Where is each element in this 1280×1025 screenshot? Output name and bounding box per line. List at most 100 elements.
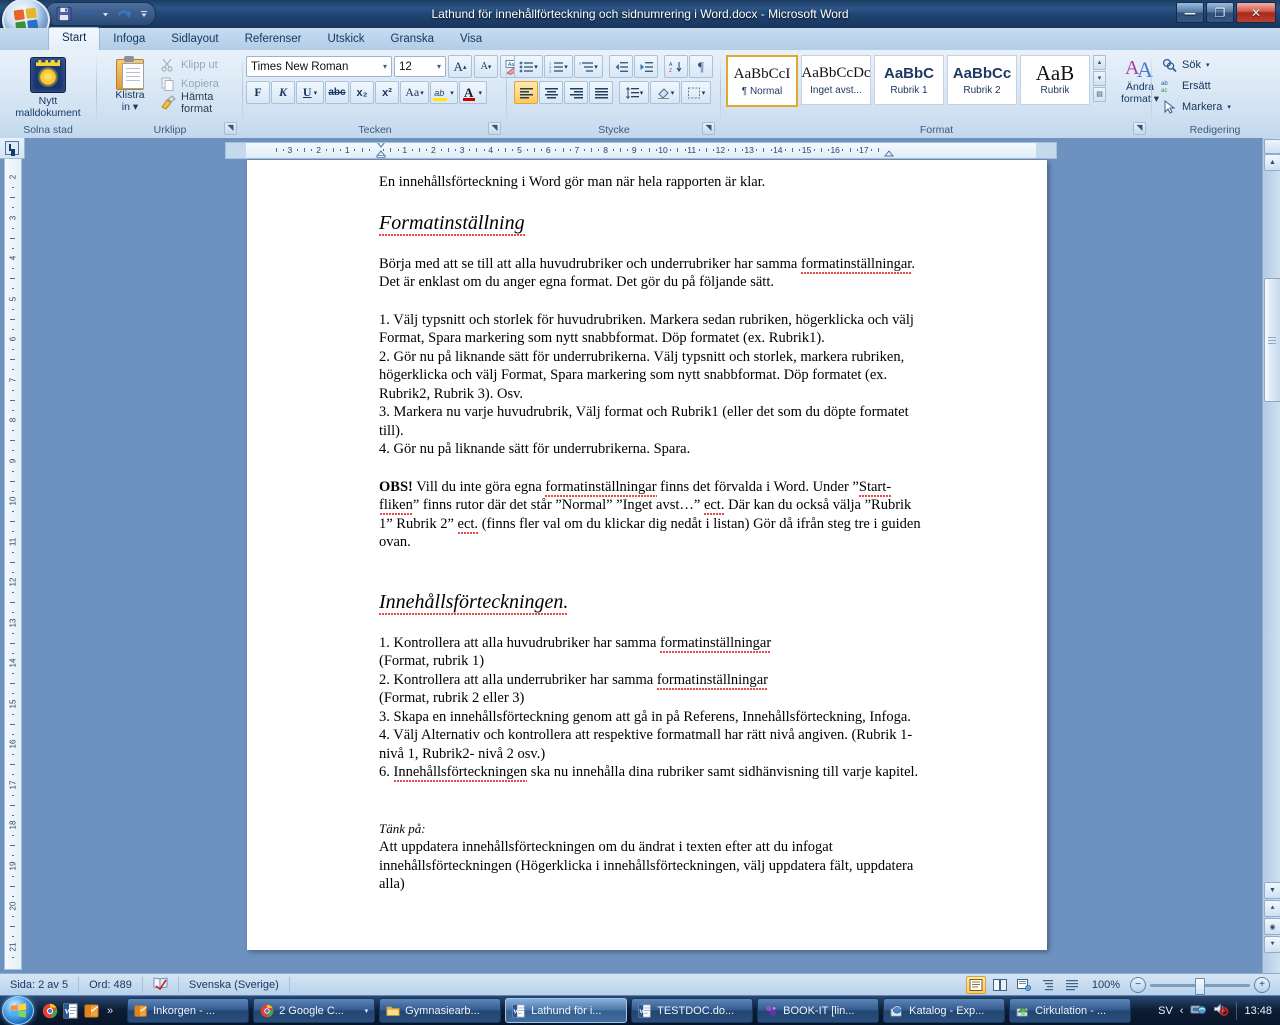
outlook-icon[interactable]	[84, 1003, 100, 1019]
vertical-ruler[interactable]: 2 3 4 5 6 7 8 9 10 11 12 13 14 15 16 17 18 19 20 21	[4, 158, 22, 970]
taskbar-task[interactable]: Gymnasiearb...	[379, 998, 502, 1023]
tab-start[interactable]: Start	[48, 27, 101, 50]
tab-referenser[interactable]: Referenser	[232, 29, 315, 50]
new-template-document-button[interactable]: Nytt malldokument	[2, 53, 94, 119]
document-paragraph[interactable]: 4. Välj Alternativ och kontrollera att r…	[379, 726, 927, 763]
taskbar-task[interactable]: Cirkulation - ...	[1009, 998, 1132, 1023]
draft-view-button[interactable]	[1062, 976, 1082, 994]
borders-button[interactable]: ▾	[681, 81, 711, 104]
previous-page-button[interactable]: ⯅	[1264, 900, 1280, 917]
superscript-button[interactable]: x²	[375, 81, 399, 104]
web-layout-view-button[interactable]	[1014, 976, 1034, 994]
undo-icon[interactable]	[79, 6, 95, 22]
styles-scroll-up-icon[interactable]: ▴	[1093, 55, 1106, 70]
bullets-button[interactable]: ▾	[514, 55, 543, 78]
first-line-indent-marker[interactable]	[375, 143, 387, 158]
document-paragraph[interactable]: 2. Kontrollera att alla underrubriker ha…	[379, 671, 927, 690]
select-button[interactable]: Markera ▾	[1161, 96, 1231, 117]
increase-indent-button[interactable]	[634, 55, 658, 78]
zoom-in-button[interactable]: +	[1254, 977, 1270, 993]
text-highlight-button[interactable]: ab ▾	[430, 81, 458, 104]
document-paragraph[interactable]: 3. Skapa en innehållsförteckning genom a…	[379, 708, 927, 727]
document-paragraph[interactable]: 2. Gör nu på liknande sätt för underrubr…	[379, 348, 927, 404]
proofing-status[interactable]	[143, 977, 179, 993]
print-layout-view-button[interactable]	[965, 976, 986, 994]
style-card-rubrik-1[interactable]: AaBbC Rubrik 1	[874, 55, 944, 105]
document-paragraph[interactable]: 6. Innehållsförteckningen ska nu innehål…	[379, 763, 927, 782]
sort-button[interactable]: AZ	[664, 55, 688, 78]
tecken-dialog-launcher[interactable]: ◥	[488, 122, 501, 135]
right-indent-marker[interactable]	[883, 144, 895, 158]
justify-button[interactable]	[589, 81, 613, 104]
zoom-slider-thumb[interactable]	[1195, 977, 1205, 995]
taskbar-task[interactable]: Katalog - Exp...	[883, 998, 1006, 1023]
font-name-combobox[interactable]: Times New Roman ▾	[246, 56, 392, 77]
stycke-dialog-launcher[interactable]: ◥	[702, 122, 715, 135]
urklipp-dialog-launcher[interactable]: ◥	[224, 122, 237, 135]
taskbar-task-chevron-down-icon[interactable]: ▾	[365, 1007, 369, 1015]
zoom-slider[interactable]	[1150, 977, 1250, 995]
maximize-button[interactable]: ❐	[1206, 2, 1234, 23]
show-formatting-marks-button[interactable]: ¶	[689, 55, 713, 78]
clock[interactable]: 13:48	[1244, 1005, 1272, 1017]
taskbar-task[interactable]: 2 Google C... ▾	[253, 998, 376, 1023]
scroll-up-button[interactable]: ▲	[1264, 154, 1280, 171]
styles-scroll-down-icon[interactable]: ▾	[1093, 71, 1106, 86]
page-indicator[interactable]: Sida: 2 av 5	[0, 977, 80, 993]
word-count-indicator[interactable]: Ord: 489	[79, 977, 143, 993]
document-paragraph[interactable]: 1. Kontrollera att alla huvudrubriker ha…	[379, 634, 927, 653]
document-paragraph[interactable]: 1. Välj typsnitt och storlek för huvudru…	[379, 311, 927, 348]
taskbar-task[interactable]: Inkorgen - ...	[127, 998, 250, 1023]
zoom-out-button[interactable]: −	[1130, 977, 1146, 993]
font-color-button[interactable]: A ▾	[459, 81, 487, 104]
network-icon[interactable]	[1190, 1002, 1207, 1019]
format-dialog-launcher[interactable]: ◥	[1133, 122, 1146, 135]
tab-utskick[interactable]: Utskick	[314, 29, 377, 50]
document-page[interactable]: En innehållsförteckning i Word gör man n…	[247, 160, 1047, 950]
volume-muted-icon[interactable]	[1213, 1002, 1229, 1019]
subscript-button[interactable]: x₂	[350, 81, 374, 104]
document-paragraph[interactable]: En innehållsförteckning i Word gör man n…	[379, 173, 927, 192]
save-icon[interactable]	[56, 6, 72, 22]
undo-dropdown-icon[interactable]	[102, 6, 109, 22]
style-card-rubrik-2[interactable]: AaBbCc Rubrik 2	[947, 55, 1017, 105]
document-paragraph[interactable]: Börja med att se till att alla huvudrubr…	[379, 255, 927, 292]
document-heading[interactable]: Formatinställning	[379, 211, 927, 236]
shrink-font-button[interactable]: A ▾	[474, 55, 498, 78]
shading-button[interactable]: ▾	[650, 81, 680, 104]
select-browse-object-button[interactable]: ◉	[1264, 918, 1280, 935]
font-size-combobox[interactable]: 12 ▾	[394, 56, 446, 77]
document-emphasis-line[interactable]: Tänk på:	[379, 820, 927, 839]
document-heading[interactable]: Innehållsförteckningen.	[379, 590, 927, 615]
horizontal-ruler[interactable]: 3 2 1 1 2 3 4 5 6 7 8 9 10 11 12 13 14 15 16 17	[225, 142, 1057, 159]
style-card-inget-avstand[interactable]: AaBbCcDc Inget avst...	[801, 55, 871, 105]
document-vertical-scrollbar[interactable]: ▲ ▼ ⯅ ◉ ⯆	[1262, 138, 1280, 973]
document-paragraph[interactable]: 3. Markera nu varje huvudrubrik, Välj fo…	[379, 403, 927, 440]
close-button[interactable]: ✕	[1236, 2, 1276, 23]
taskbar-task[interactable]: W Lathund för i...	[505, 998, 628, 1023]
align-left-button[interactable]	[514, 81, 538, 104]
grow-font-button[interactable]: A ▴	[448, 55, 472, 78]
quick-launch-overflow-icon[interactable]: »	[107, 1005, 113, 1017]
document-body[interactable]: En innehållsförteckning i Word gör man n…	[379, 173, 927, 894]
taskbar-task[interactable]: BOOK-IT [lin...	[757, 998, 880, 1023]
minimize-button[interactable]: —	[1176, 2, 1204, 23]
outline-view-button[interactable]	[1038, 976, 1058, 994]
align-center-button[interactable]	[539, 81, 563, 104]
word-icon[interactable]: W	[63, 1003, 79, 1019]
show-hidden-icons-button[interactable]: ‹	[1180, 1005, 1184, 1017]
paste-button[interactable]: Klistra in ▾	[104, 53, 156, 113]
document-paragraph[interactable]: OBS! Vill du inte göra egna formatinstäl…	[379, 478, 927, 552]
document-paragraph[interactable]: (Format, rubrik 1)	[379, 652, 927, 671]
scroll-down-button[interactable]: ▼	[1264, 882, 1280, 899]
replace-button[interactable]: ab ac Ersätt	[1161, 75, 1231, 96]
document-paragraph[interactable]: 4. Gör nu på liknande sätt för underrubr…	[379, 440, 927, 459]
start-button[interactable]	[2, 996, 34, 1025]
italic-button[interactable]: K	[271, 81, 295, 104]
tab-granska[interactable]: Granska	[378, 29, 447, 50]
document-paragraph[interactable]: (Format, rubrik 2 eller 3)	[379, 689, 927, 708]
language-bar[interactable]: SV	[1158, 1005, 1173, 1017]
zoom-level-label[interactable]: 100%	[1092, 979, 1120, 991]
next-page-button[interactable]: ⯆	[1264, 936, 1280, 953]
tab-visa[interactable]: Visa	[447, 29, 495, 50]
